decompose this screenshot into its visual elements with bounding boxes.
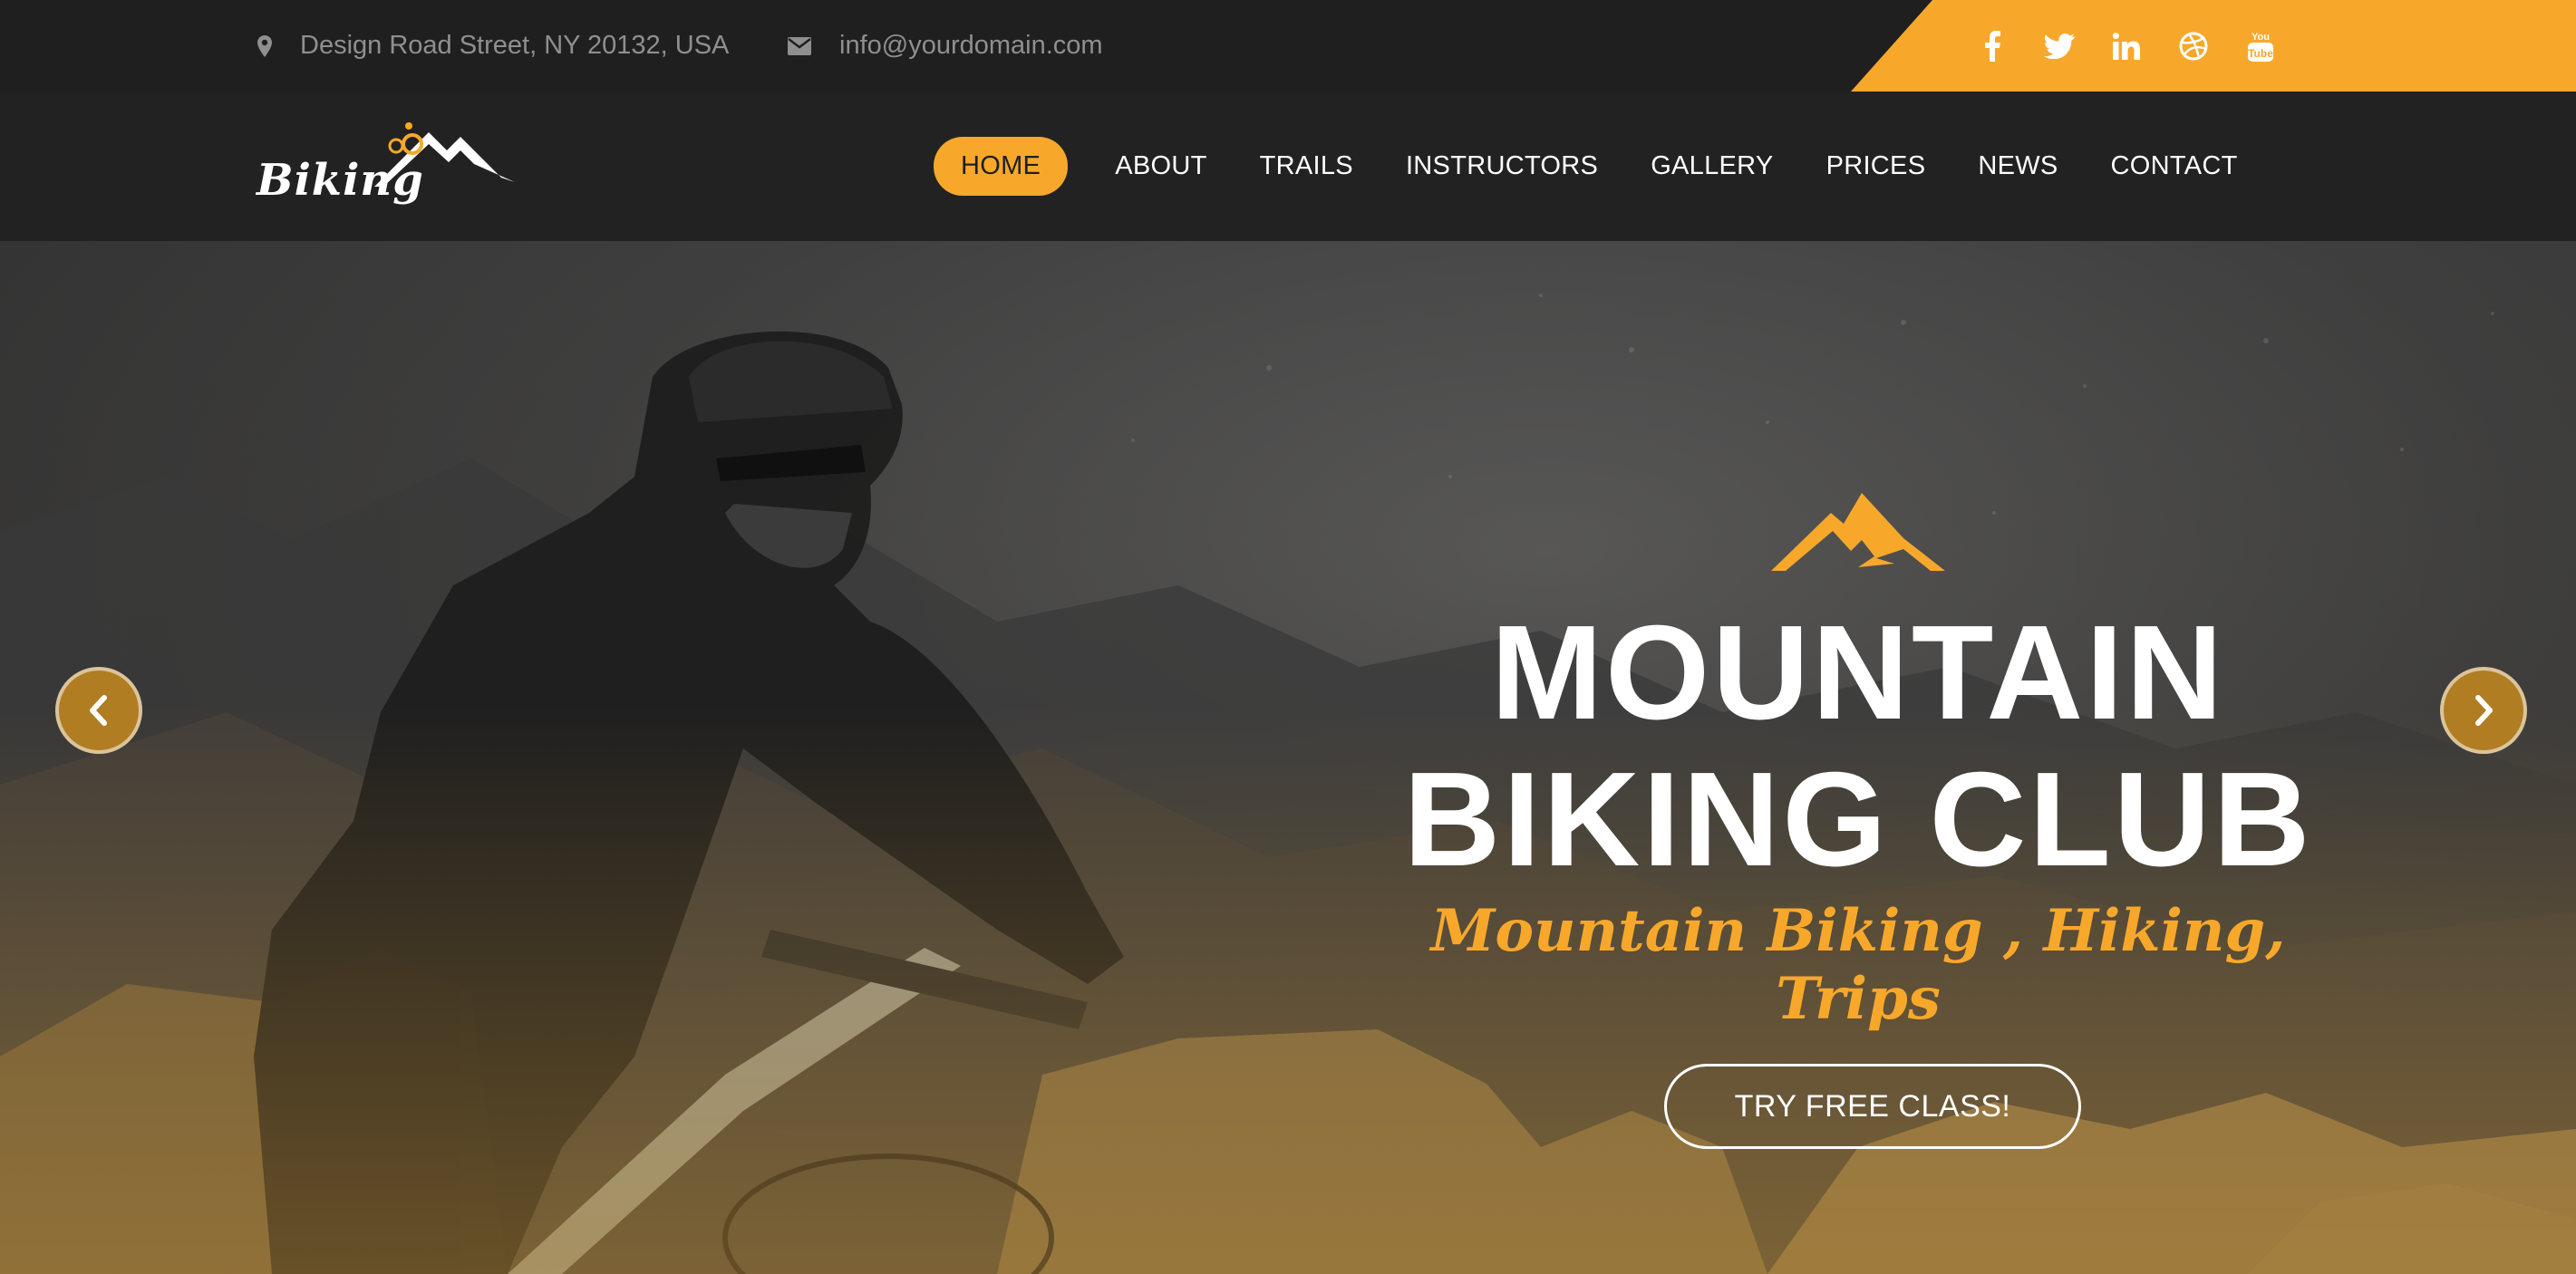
- top-info-bar: Design Road Street, NY 20132, USA info@y…: [0, 0, 2576, 92]
- facebook-icon[interactable]: [1974, 28, 2010, 64]
- nav-home[interactable]: HOME: [934, 137, 1069, 196]
- linkedin-icon[interactable]: [2108, 28, 2145, 64]
- slider-prev-button[interactable]: [55, 667, 142, 754]
- hero-slider: MOUNTAIN BIKING CLUB Mountain Biking , H…: [0, 241, 2576, 1274]
- hero-title: MOUNTAIN BIKING CLUB: [1360, 600, 2357, 893]
- twitter-icon[interactable]: [2041, 28, 2077, 64]
- chevron-right-icon: [2475, 695, 2493, 726]
- youtube-icon[interactable]: You Tube: [2242, 28, 2279, 64]
- svg-text:Tube: Tube: [2248, 47, 2273, 60]
- hero-title-line2: BIKING CLUB: [1403, 745, 2313, 894]
- mountain-peak-icon: [1771, 493, 1945, 571]
- chevron-left-icon: [90, 695, 107, 726]
- main-navbar: Biking HOME ABOUT TRAILS INSTRUCTORS GAL…: [0, 92, 2576, 241]
- try-free-class-button[interactable]: TRY FREE CLASS!: [1664, 1064, 2081, 1149]
- address-info: Design Road Street, NY 20132, USA: [257, 0, 729, 92]
- hero-caption: MOUNTAIN BIKING CLUB Mountain Biking , H…: [1360, 486, 2357, 1149]
- address-text: Design Road Street, NY 20132, USA: [300, 31, 730, 60]
- site-logo[interactable]: Biking: [257, 119, 528, 218]
- nav-news[interactable]: NEWS: [1978, 151, 2058, 181]
- dribbble-icon[interactable]: [2175, 28, 2212, 64]
- nav-instructors[interactable]: INSTRUCTORS: [1406, 151, 1598, 181]
- email-text[interactable]: info@yourdomain.com: [839, 31, 1103, 61]
- social-links: You Tube: [1974, 0, 2310, 92]
- svg-text:You: You: [2252, 32, 2270, 43]
- email-info[interactable]: info@yourdomain.com: [787, 0, 1103, 92]
- nav-trails[interactable]: TRAILS: [1260, 151, 1353, 181]
- nav-prices[interactable]: PRICES: [1826, 151, 1926, 181]
- slider-next-button[interactable]: [2440, 667, 2527, 754]
- nav-contact[interactable]: CONTACT: [2111, 151, 2238, 181]
- hero-title-line1: MOUNTAIN: [1490, 598, 2226, 748]
- hero-subtitle: Mountain Biking , Hiking, Trips: [1430, 897, 2286, 1033]
- map-pin-icon: [257, 34, 272, 57]
- nav-about[interactable]: ABOUT: [1115, 151, 1206, 181]
- logo-text: Biking: [257, 155, 424, 206]
- primary-nav: HOME ABOUT TRAILS INSTRUCTORS GALLERY PR…: [934, 92, 2290, 241]
- envelope-icon: [788, 36, 811, 55]
- nav-gallery[interactable]: GALLERY: [1651, 151, 1773, 181]
